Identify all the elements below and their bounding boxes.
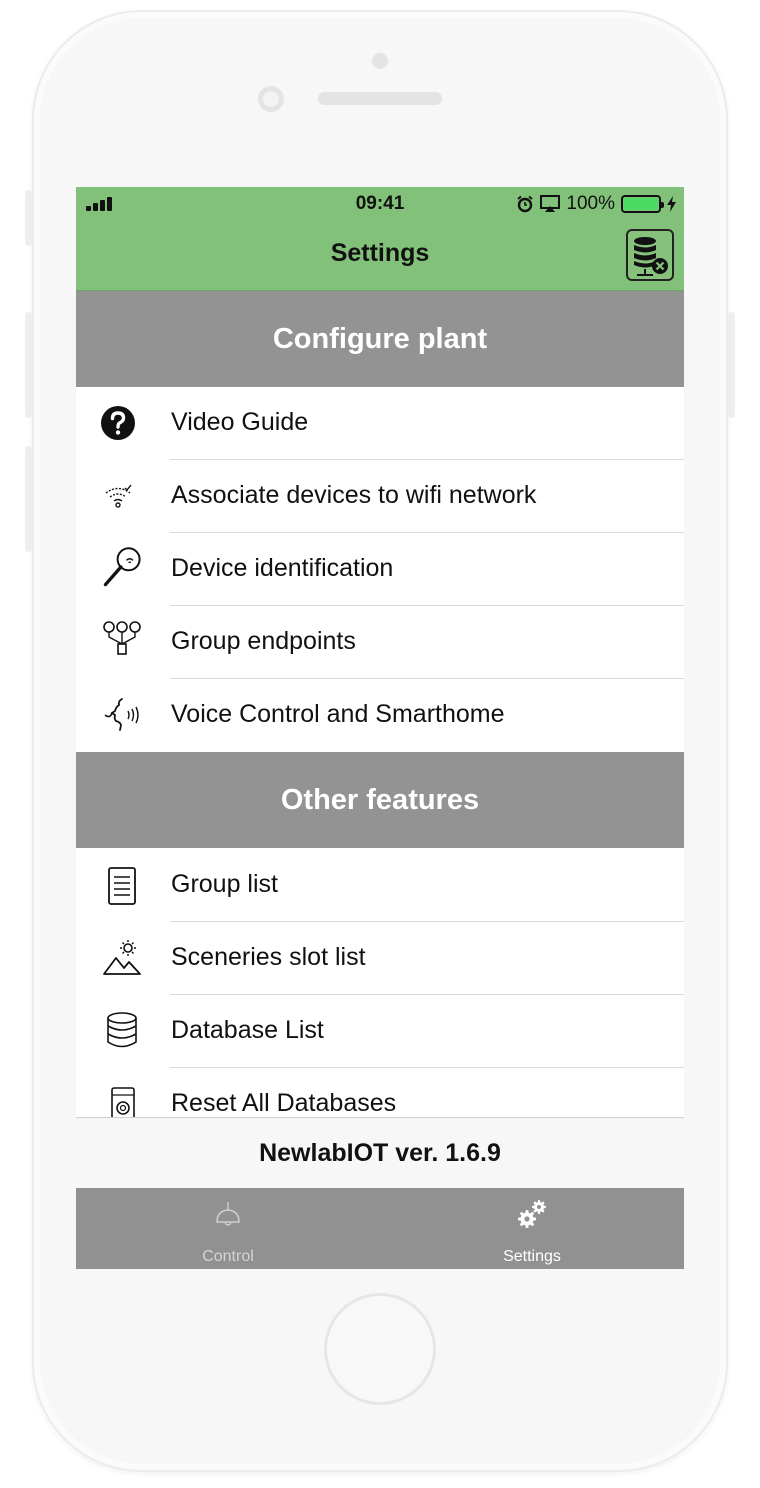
question-circle-icon: [101, 406, 135, 440]
tab-settings[interactable]: Settings: [380, 1188, 684, 1269]
lamp-icon: [216, 1202, 240, 1226]
row-label: Group list: [171, 870, 278, 898]
app-version: NewlabIOT ver. 1.6.9: [259, 1139, 501, 1167]
scenery-icon: [103, 940, 141, 975]
airplay-icon: [540, 195, 561, 212]
tab-bar: Control Settings: [76, 1188, 684, 1269]
volume-down-button: [25, 446, 32, 552]
row-label: Database List: [171, 1016, 324, 1044]
row-voice-control[interactable]: Voice Control and Smarthome: [76, 679, 684, 752]
list-icon: [108, 867, 136, 905]
row-device-identification[interactable]: Device identification: [76, 533, 684, 606]
row-group-list[interactable]: Group list: [76, 849, 684, 922]
page-title: Settings: [330, 239, 430, 267]
status-bar: 09:41 100%: [76, 187, 684, 221]
row-group-endpoints[interactable]: Group endpoints: [76, 606, 684, 679]
row-label: Device identification: [171, 554, 394, 582]
voice-icon: [104, 698, 139, 731]
database-remove-icon: [634, 237, 668, 276]
magnifier-icon: [103, 547, 141, 587]
database-remove-button[interactable]: [626, 229, 674, 281]
database-icon: [107, 1012, 137, 1048]
section-header-other-features: Other features: [76, 752, 684, 848]
section-header-configure-plant: Configure plant: [76, 291, 684, 387]
row-video-guide[interactable]: Video Guide: [76, 387, 684, 460]
alarm-icon: [517, 195, 534, 213]
tab-label: Settings: [503, 1248, 561, 1265]
row-database-list[interactable]: Database List: [76, 995, 684, 1068]
row-sceneries-slot-list[interactable]: Sceneries slot list: [76, 922, 684, 995]
row-label: Sceneries slot list: [171, 943, 366, 971]
version-bar: NewlabIOT ver. 1.6.9: [76, 1117, 684, 1188]
home-button[interactable]: [324, 1293, 436, 1405]
row-label: Voice Control and Smarthome: [171, 700, 505, 728]
navigation-bar: Settings: [76, 221, 684, 291]
group-bulbs-icon: [103, 621, 141, 655]
proximity-sensor: [372, 53, 388, 69]
row-label: Group endpoints: [171, 627, 356, 655]
battery-icon: [621, 195, 664, 213]
battery-percent: 100%: [566, 193, 615, 214]
status-indicators: 100%: [516, 193, 676, 215]
row-label: Reset All Databases: [171, 1089, 397, 1117]
power-button: [728, 312, 735, 418]
tab-control[interactable]: Control: [76, 1188, 380, 1269]
row-label: Video Guide: [171, 408, 309, 436]
row-label: Associate devices to wifi network: [171, 481, 537, 509]
tab-label: Control: [202, 1248, 254, 1265]
gears-icon: [518, 1200, 546, 1228]
earpiece-speaker: [318, 92, 442, 105]
front-camera: [258, 86, 284, 112]
app-screen: 09:41 100% Settings Configure plant Vide…: [76, 187, 684, 1269]
row-associate-wifi[interactable]: Associate devices to wifi network: [76, 460, 684, 533]
volume-up-button: [25, 312, 32, 418]
wifi-check-icon: [105, 484, 132, 508]
mute-switch: [25, 190, 32, 246]
charging-bolt-icon: [667, 196, 676, 212]
